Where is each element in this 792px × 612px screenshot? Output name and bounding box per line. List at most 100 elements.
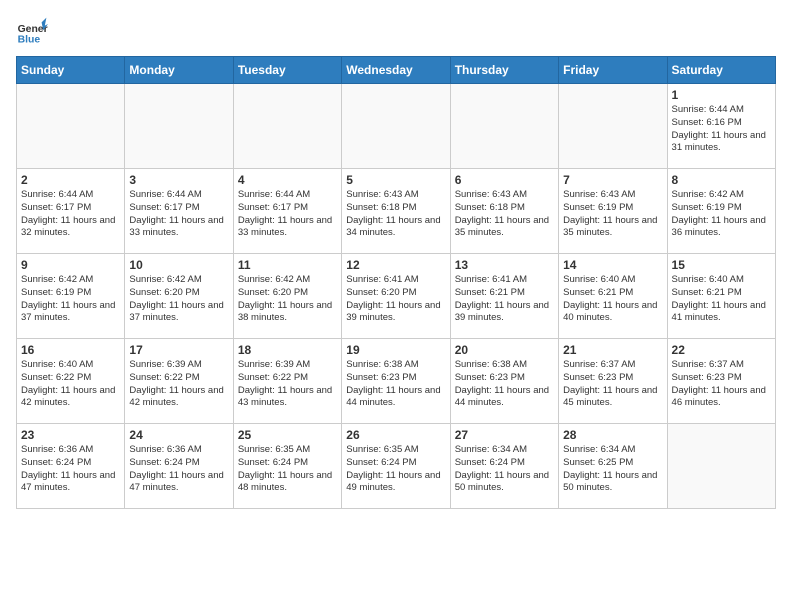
day-info: Sunrise: 6:42 AM Sunset: 6:20 PM Dayligh… [238, 274, 337, 325]
day-info: Sunrise: 6:43 AM Sunset: 6:18 PM Dayligh… [346, 189, 445, 240]
calendar-cell: 6 Sunrise: 6:43 AM Sunset: 6:18 PM Daylig… [450, 169, 558, 254]
day-number: 6 [455, 173, 554, 187]
day-info: Sunrise: 6:40 AM Sunset: 6:22 PM Dayligh… [21, 359, 120, 410]
weekday-header-sunday: Sunday [17, 57, 125, 84]
weekday-header-wednesday: Wednesday [342, 57, 450, 84]
day-number: 10 [129, 258, 228, 272]
calendar-cell: 25 Sunrise: 6:35 AM Sunset: 6:24 PM Dayli… [233, 424, 341, 509]
day-info: Sunrise: 6:38 AM Sunset: 6:23 PM Dayligh… [455, 359, 554, 410]
day-number: 23 [21, 428, 120, 442]
weekday-header-friday: Friday [559, 57, 667, 84]
day-number: 11 [238, 258, 337, 272]
day-info: Sunrise: 6:38 AM Sunset: 6:23 PM Dayligh… [346, 359, 445, 410]
calendar-cell: 26 Sunrise: 6:35 AM Sunset: 6:24 PM Dayli… [342, 424, 450, 509]
calendar-cell: 3 Sunrise: 6:44 AM Sunset: 6:17 PM Daylig… [125, 169, 233, 254]
weekday-header-monday: Monday [125, 57, 233, 84]
day-info: Sunrise: 6:43 AM Sunset: 6:18 PM Dayligh… [455, 189, 554, 240]
day-info: Sunrise: 6:44 AM Sunset: 6:17 PM Dayligh… [129, 189, 228, 240]
calendar-cell [17, 84, 125, 169]
calendar-week-1: 2 Sunrise: 6:44 AM Sunset: 6:17 PM Daylig… [17, 169, 776, 254]
day-info: Sunrise: 6:44 AM Sunset: 6:17 PM Dayligh… [238, 189, 337, 240]
calendar-cell [667, 424, 775, 509]
calendar-cell [450, 84, 558, 169]
day-number: 25 [238, 428, 337, 442]
weekday-header-saturday: Saturday [667, 57, 775, 84]
calendar-cell: 13Sunrise: 6:41 AM Sunset: 6:21 PM Dayli… [450, 254, 558, 339]
day-info: Sunrise: 6:37 AM Sunset: 6:23 PM Dayligh… [563, 359, 662, 410]
calendar-cell: 27 Sunrise: 6:34 AM Sunset: 6:24 PM Dayli… [450, 424, 558, 509]
day-number: 17 [129, 343, 228, 357]
day-info: Sunrise: 6:40 AM Sunset: 6:21 PM Dayligh… [672, 274, 771, 325]
day-number: 26 [346, 428, 445, 442]
day-info: Sunrise: 6:34 AM Sunset: 6:24 PM Dayligh… [455, 444, 554, 495]
day-info: Sunrise: 6:43 AM Sunset: 6:19 PM Dayligh… [563, 189, 662, 240]
logo: General Blue [16, 16, 52, 48]
day-number: 15 [672, 258, 771, 272]
svg-text:Blue: Blue [18, 34, 41, 45]
day-number: 1 [672, 88, 771, 102]
day-number: 16 [21, 343, 120, 357]
day-number: 27 [455, 428, 554, 442]
calendar-table: SundayMondayTuesdayWednesdayThursdayFrid… [16, 56, 776, 509]
weekday-header-thursday: Thursday [450, 57, 558, 84]
calendar-body: 1 Sunrise: 6:44 AM Sunset: 6:16 PM Daylig… [17, 84, 776, 509]
day-number: 14 [563, 258, 662, 272]
weekday-header-tuesday: Tuesday [233, 57, 341, 84]
day-number: 21 [563, 343, 662, 357]
day-number: 4 [238, 173, 337, 187]
calendar-cell: 5 Sunrise: 6:43 AM Sunset: 6:18 PM Daylig… [342, 169, 450, 254]
calendar-cell: 4 Sunrise: 6:44 AM Sunset: 6:17 PM Daylig… [233, 169, 341, 254]
day-number: 5 [346, 173, 445, 187]
day-number: 3 [129, 173, 228, 187]
calendar-cell: 14 Sunrise: 6:40 AM Sunset: 6:21 PM Dayli… [559, 254, 667, 339]
calendar-week-0: 1 Sunrise: 6:44 AM Sunset: 6:16 PM Daylig… [17, 84, 776, 169]
day-info: Sunrise: 6:41 AM Sunset: 6:21 PM Dayligh… [455, 274, 554, 325]
day-number: 24 [129, 428, 228, 442]
day-info: Sunrise: 6:36 AM Sunset: 6:24 PM Dayligh… [129, 444, 228, 495]
day-info: Sunrise: 6:42 AM Sunset: 6:19 PM Dayligh… [672, 189, 771, 240]
calendar-cell: 24 Sunrise: 6:36 AM Sunset: 6:24 PM Dayli… [125, 424, 233, 509]
day-number: 12 [346, 258, 445, 272]
day-number: 7 [563, 173, 662, 187]
day-number: 22 [672, 343, 771, 357]
day-info: Sunrise: 6:40 AM Sunset: 6:21 PM Dayligh… [563, 274, 662, 325]
calendar-week-3: 16 Sunrise: 6:40 AM Sunset: 6:22 PM Dayli… [17, 339, 776, 424]
calendar-cell: 28 Sunrise: 6:34 AM Sunset: 6:25 PM Dayli… [559, 424, 667, 509]
calendar-cell: 18Sunrise: 6:39 AM Sunset: 6:22 PM Dayli… [233, 339, 341, 424]
day-number: 19 [346, 343, 445, 357]
calendar-cell [125, 84, 233, 169]
day-number: 9 [21, 258, 120, 272]
calendar-cell: 20Sunrise: 6:38 AM Sunset: 6:23 PM Dayli… [450, 339, 558, 424]
day-number: 28 [563, 428, 662, 442]
calendar-cell [233, 84, 341, 169]
day-info: Sunrise: 6:36 AM Sunset: 6:24 PM Dayligh… [21, 444, 120, 495]
calendar-cell: 2 Sunrise: 6:44 AM Sunset: 6:17 PM Daylig… [17, 169, 125, 254]
day-info: Sunrise: 6:42 AM Sunset: 6:20 PM Dayligh… [129, 274, 228, 325]
day-number: 18 [238, 343, 337, 357]
day-info: Sunrise: 6:44 AM Sunset: 6:17 PM Dayligh… [21, 189, 120, 240]
day-info: Sunrise: 6:35 AM Sunset: 6:24 PM Dayligh… [346, 444, 445, 495]
calendar-cell: 22Sunrise: 6:37 AM Sunset: 6:23 PM Dayli… [667, 339, 775, 424]
calendar-cell: 12Sunrise: 6:41 AM Sunset: 6:20 PM Dayli… [342, 254, 450, 339]
calendar-cell: 21 Sunrise: 6:37 AM Sunset: 6:23 PM Dayli… [559, 339, 667, 424]
day-number: 8 [672, 173, 771, 187]
calendar-cell [559, 84, 667, 169]
logo-icon: General Blue [16, 16, 48, 48]
day-number: 2 [21, 173, 120, 187]
calendar-week-2: 9 Sunrise: 6:42 AM Sunset: 6:19 PM Daylig… [17, 254, 776, 339]
day-info: Sunrise: 6:39 AM Sunset: 6:22 PM Dayligh… [129, 359, 228, 410]
calendar-cell: 17 Sunrise: 6:39 AM Sunset: 6:22 PM Dayli… [125, 339, 233, 424]
calendar-cell: 8 Sunrise: 6:42 AM Sunset: 6:19 PM Daylig… [667, 169, 775, 254]
calendar-week-4: 23 Sunrise: 6:36 AM Sunset: 6:24 PM Dayli… [17, 424, 776, 509]
calendar-cell: 7 Sunrise: 6:43 AM Sunset: 6:19 PM Daylig… [559, 169, 667, 254]
weekday-header-row: SundayMondayTuesdayWednesdayThursdayFrid… [17, 57, 776, 84]
calendar-cell: 15 Sunrise: 6:40 AM Sunset: 6:21 PM Dayli… [667, 254, 775, 339]
day-info: Sunrise: 6:44 AM Sunset: 6:16 PM Dayligh… [672, 104, 771, 155]
day-info: Sunrise: 6:42 AM Sunset: 6:19 PM Dayligh… [21, 274, 120, 325]
day-info: Sunrise: 6:34 AM Sunset: 6:25 PM Dayligh… [563, 444, 662, 495]
calendar-cell: 23 Sunrise: 6:36 AM Sunset: 6:24 PM Dayli… [17, 424, 125, 509]
calendar-cell: 10 Sunrise: 6:42 AM Sunset: 6:20 PM Dayli… [125, 254, 233, 339]
calendar-cell [342, 84, 450, 169]
calendar-cell: 9 Sunrise: 6:42 AM Sunset: 6:19 PM Daylig… [17, 254, 125, 339]
day-info: Sunrise: 6:35 AM Sunset: 6:24 PM Dayligh… [238, 444, 337, 495]
